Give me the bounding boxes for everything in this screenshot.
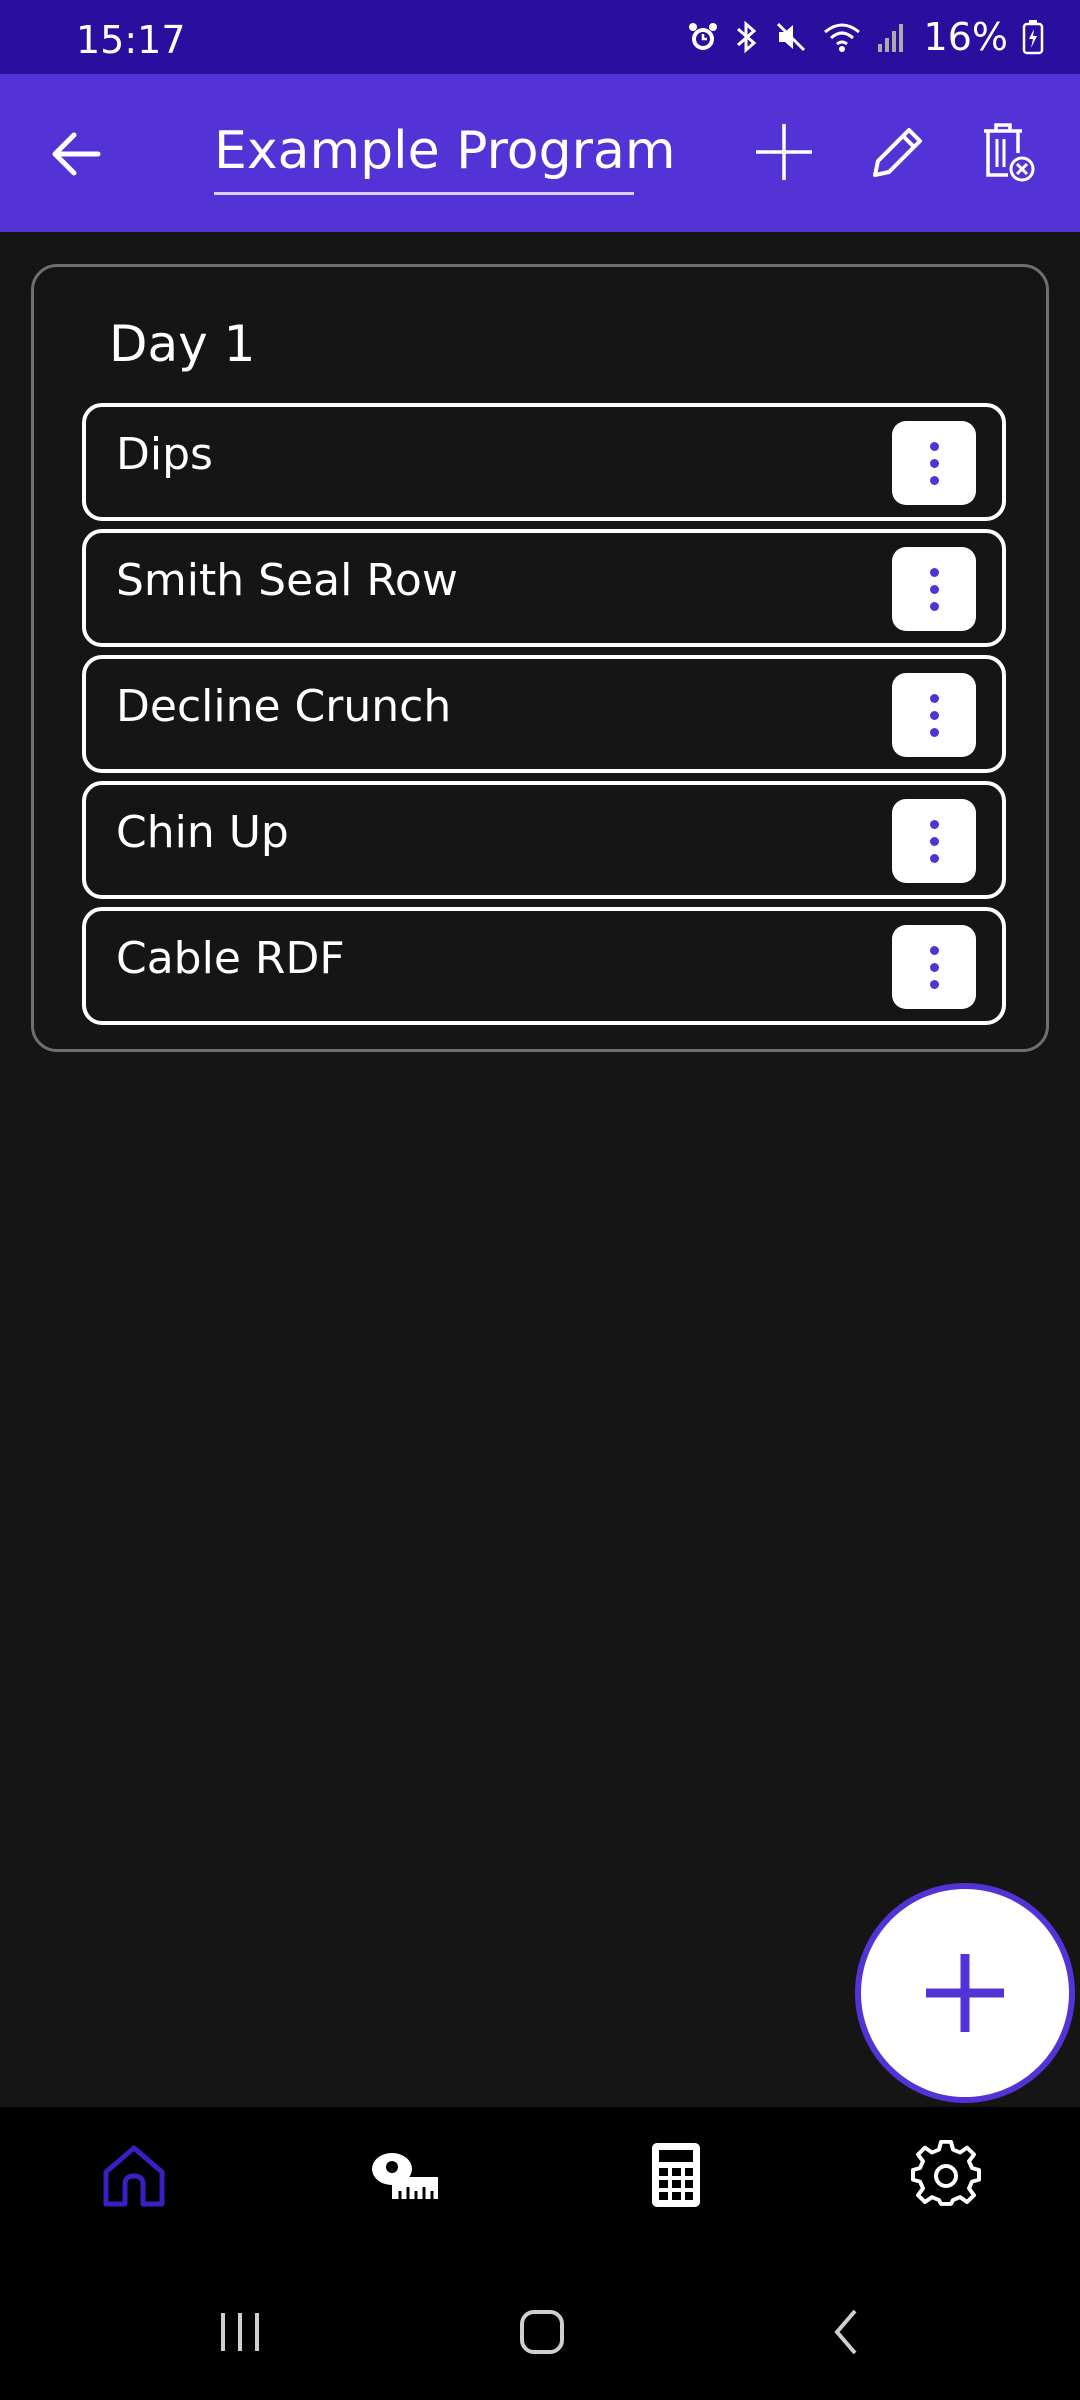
add-icon xyxy=(756,124,812,180)
status-bar: 15:17 16% xyxy=(0,0,1080,74)
more-vert-icon xyxy=(929,441,939,485)
exercise-name: Chin Up xyxy=(116,807,289,858)
more-vert-icon xyxy=(929,945,939,989)
exercise-item[interactable]: Chin Up xyxy=(82,781,1006,899)
recents-button[interactable] xyxy=(190,2287,290,2377)
more-vert-icon xyxy=(929,819,939,863)
exercise-menu-button[interactable] xyxy=(892,799,976,883)
status-time: 15:17 xyxy=(76,18,186,62)
day-title: Day 1 xyxy=(109,315,256,373)
exercise-menu-button[interactable] xyxy=(892,925,976,1009)
exercise-name: Cable RDF xyxy=(116,933,345,984)
settings-icon xyxy=(911,2140,981,2206)
exercise-item[interactable]: Smith Seal Row xyxy=(82,529,1006,647)
exercise-item[interactable]: Decline Crunch xyxy=(82,655,1006,773)
system-back-button[interactable] xyxy=(796,2287,896,2377)
bottom-nav xyxy=(0,2107,1080,2257)
battery-icon xyxy=(1022,19,1044,55)
delete-icon xyxy=(984,123,1035,182)
exercise-item[interactable]: Dips xyxy=(82,403,1006,521)
recents-icon xyxy=(221,2313,259,2351)
alarm-icon xyxy=(686,20,720,54)
pencil-icon xyxy=(873,128,922,177)
system-nav xyxy=(0,2257,1080,2400)
screen: 15:17 16% Example Program Day 1 Dips Smi… xyxy=(0,0,1080,2400)
program-title[interactable]: Example Program xyxy=(214,118,676,195)
calculator-icon xyxy=(652,2143,700,2207)
back-icon xyxy=(834,2309,857,2355)
home-icon xyxy=(103,2145,165,2207)
status-icons: 16% xyxy=(686,14,1044,60)
nav-home[interactable] xyxy=(74,2125,194,2225)
add-day-button[interactable] xyxy=(748,116,820,188)
plus-icon xyxy=(926,1954,1004,2032)
signal-icon xyxy=(876,20,906,54)
home-button[interactable] xyxy=(492,2287,592,2377)
nav-settings[interactable] xyxy=(886,2125,1006,2225)
app-bar: Example Program xyxy=(0,74,1080,232)
exercise-name: Decline Crunch xyxy=(116,681,452,732)
day-card[interactable]: Day 1 Dips Smith Seal Row Decline Crunch… xyxy=(31,264,1049,1052)
exercise-item[interactable]: Cable RDF xyxy=(82,907,1006,1025)
more-vert-icon xyxy=(929,693,939,737)
measuring-tape-icon xyxy=(372,2153,438,2199)
mute-icon xyxy=(774,20,808,54)
wifi-icon xyxy=(822,20,862,54)
exercise-name: Smith Seal Row xyxy=(116,555,458,606)
more-vert-icon xyxy=(929,567,939,611)
home-button-icon xyxy=(520,2310,564,2354)
exercise-menu-button[interactable] xyxy=(892,421,976,505)
exercise-menu-button[interactable] xyxy=(892,547,976,631)
battery-text: 16% xyxy=(923,15,1008,59)
back-button[interactable] xyxy=(40,122,112,186)
delete-button[interactable] xyxy=(972,114,1044,190)
bluetooth-icon xyxy=(734,19,760,55)
nav-calculator[interactable] xyxy=(616,2125,736,2225)
nav-measurements[interactable] xyxy=(345,2125,465,2225)
edit-button[interactable] xyxy=(862,116,934,188)
add-exercise-fab[interactable] xyxy=(855,1883,1075,2103)
exercise-menu-button[interactable] xyxy=(892,673,976,757)
exercise-name: Dips xyxy=(116,429,213,480)
back-arrow-icon xyxy=(52,132,101,176)
